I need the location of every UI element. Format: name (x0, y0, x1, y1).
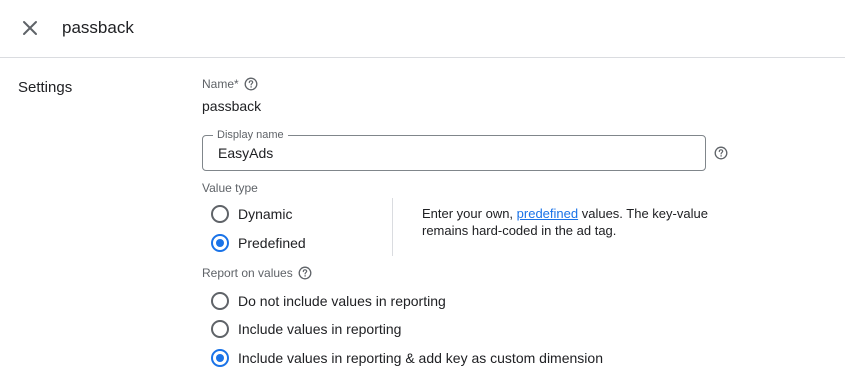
radio-predefined[interactable]: Predefined (211, 234, 306, 252)
value-type-label: Value type (202, 181, 258, 195)
radio-include-custom-dimension[interactable]: Include values in reporting & add key as… (211, 349, 603, 367)
radio-label: Include values in reporting (238, 321, 402, 337)
help-circle-icon[interactable] (298, 266, 312, 280)
close-button[interactable] (16, 14, 44, 42)
page: passback Settings Name* passback Display… (0, 0, 845, 374)
vertical-divider (392, 198, 393, 256)
radio-dot (216, 354, 224, 362)
predefined-link[interactable]: predefined (517, 206, 578, 221)
radio-circle[interactable] (211, 320, 229, 338)
display-name-input[interactable] (218, 145, 688, 161)
radio-dot (216, 239, 224, 247)
section-title-settings: Settings (18, 79, 73, 96)
radio-include[interactable]: Include values in reporting (211, 320, 401, 338)
name-label: Name* (202, 77, 239, 91)
radio-label: Predefined (238, 235, 306, 251)
description-text: Enter your own, (422, 206, 517, 221)
help-circle-icon[interactable] (244, 77, 258, 91)
help-circle-icon[interactable] (714, 146, 728, 165)
radio-circle[interactable] (211, 292, 229, 310)
radio-dynamic[interactable]: Dynamic (211, 205, 292, 223)
radio-circle-selected[interactable] (211, 234, 229, 252)
header-bar: passback (0, 0, 845, 58)
radio-do-not-include[interactable]: Do not include values in reporting (211, 292, 446, 310)
close-icon (23, 21, 37, 35)
report-on-values-label-row: Report on values (202, 266, 312, 280)
report-on-values-label: Report on values (202, 266, 293, 280)
name-label-row: Name* (202, 77, 258, 91)
display-name-label: Display name (213, 128, 288, 142)
radio-circle[interactable] (211, 205, 229, 223)
name-value: passback (202, 98, 262, 114)
radio-circle-selected[interactable] (211, 349, 229, 367)
value-type-description: Enter your own, predefined values. The k… (422, 205, 722, 239)
page-title: passback (62, 18, 134, 37)
display-name-field[interactable]: Display name (202, 128, 706, 171)
radio-label: Do not include values in reporting (238, 293, 446, 309)
radio-label: Dynamic (238, 206, 293, 222)
radio-label: Include values in reporting & add key as… (238, 350, 603, 366)
